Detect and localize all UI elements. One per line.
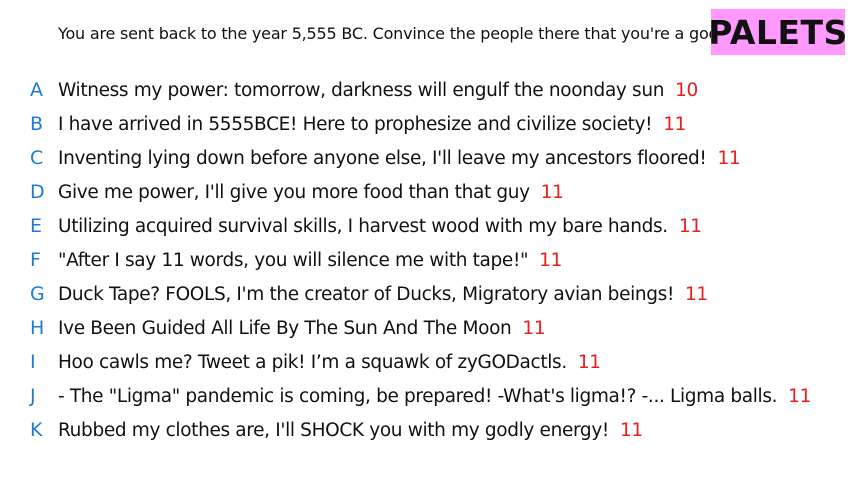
answer-text: Duck Tape? FOOLS, I'm the creator of Duc…	[58, 283, 675, 305]
answer-text: Hoo cawls me? Tweet a pik! I’m a squawk …	[58, 351, 567, 373]
answer-line: Give me power, I'll give you more food t…	[58, 182, 564, 203]
answer-row-b[interactable]: B I have arrived in 5555BCE! Here to pro…	[0, 107, 853, 141]
answer-letter: G	[30, 283, 45, 305]
answer-text: Inventing lying down before anyone else,…	[58, 147, 707, 169]
word-count: 11	[717, 147, 741, 169]
word-count: 11	[522, 317, 546, 339]
answer-row-e[interactable]: E Utilizing acquired survival skills, I …	[0, 209, 853, 243]
answer-letter: J	[30, 385, 36, 407]
answer-text: Utilizing acquired survival skills, I ha…	[58, 215, 668, 237]
word-count: 11	[577, 351, 601, 373]
answer-row-i[interactable]: I Hoo cawls me? Tweet a pik! I’m a squaw…	[0, 345, 853, 379]
answer-line: Ive Been Guided All Life By The Sun And …	[58, 317, 546, 339]
answer-letter: K	[30, 419, 43, 441]
answer-text: Rubbed my clothes are, I'll SHOCK you wi…	[58, 419, 609, 441]
answer-row-d[interactable]: D Give me power, I'll give you more food…	[0, 175, 853, 209]
answer-list: A Witness my power: tomorrow, darkness w…	[0, 73, 853, 447]
answer-line: Hoo cawls me? Tweet a pik! I’m a squawk …	[58, 352, 601, 373]
answer-row-f[interactable]: F "After I say 11 words, you will silenc…	[0, 243, 853, 277]
word-count: 11	[678, 215, 702, 237]
answer-text: Witness my power: tomorrow, darkness wil…	[58, 79, 665, 101]
answer-line: I have arrived in 5555BCE! Here to proph…	[58, 114, 686, 135]
prompt-text: You are sent back to the year 5,555 BC. …	[58, 24, 724, 43]
answer-letter: I	[30, 351, 36, 373]
answer-line: - The "Ligma" pandemic is coming, be pre…	[58, 386, 811, 407]
word-count: 11	[663, 113, 687, 135]
answer-line: Utilizing acquired survival skills, I ha…	[58, 216, 702, 237]
word-count: 11	[685, 283, 708, 305]
answer-text: Ive Been Guided All Life By The Sun And …	[58, 317, 512, 339]
answer-text: I have arrived in 5555BCE! Here to proph…	[58, 113, 653, 135]
answer-line: Rubbed my clothes are, I'll SHOCK you wi…	[58, 420, 643, 441]
answer-line: Witness my power: tomorrow, darkness wil…	[58, 80, 698, 101]
answer-letter: F	[30, 249, 41, 271]
answer-row-c[interactable]: C Inventing lying down before anyone els…	[0, 141, 853, 175]
answer-line: Inventing lying down before anyone else,…	[58, 147, 741, 169]
answer-row-g[interactable]: G Duck Tape? FOOLS, I'm the creator of D…	[0, 277, 853, 311]
answer-letter: C	[30, 147, 44, 169]
answer-row-h[interactable]: H Ive Been Guided All Life By The Sun An…	[0, 311, 853, 345]
palets-logo: PALETS	[708, 9, 847, 55]
word-count: 11	[788, 385, 811, 407]
answer-text: "After I say 11 words, you will silence …	[58, 249, 529, 271]
answer-letter: D	[30, 181, 45, 203]
answer-row-a[interactable]: A Witness my power: tomorrow, darkness w…	[0, 73, 853, 107]
answer-row-k[interactable]: K Rubbed my clothes are, I'll SHOCK you …	[0, 413, 853, 447]
answer-text: - The "Ligma" pandemic is coming, be pre…	[58, 385, 778, 407]
answer-letter: B	[30, 113, 44, 135]
word-count: 11	[619, 419, 643, 441]
answer-line: Duck Tape? FOOLS, I'm the creator of Duc…	[58, 284, 708, 305]
answer-line: "After I say 11 words, you will silence …	[58, 250, 562, 271]
word-count: 11	[540, 181, 564, 203]
word-count: 10	[675, 79, 698, 101]
answer-letter: E	[30, 215, 43, 237]
answer-text: Give me power, I'll give you more food t…	[58, 181, 530, 203]
answer-letter: A	[30, 79, 43, 101]
word-count: 11	[539, 249, 563, 271]
answer-letter: H	[30, 317, 45, 339]
answer-row-j[interactable]: J - The "Ligma" pandemic is coming, be p…	[0, 379, 853, 413]
